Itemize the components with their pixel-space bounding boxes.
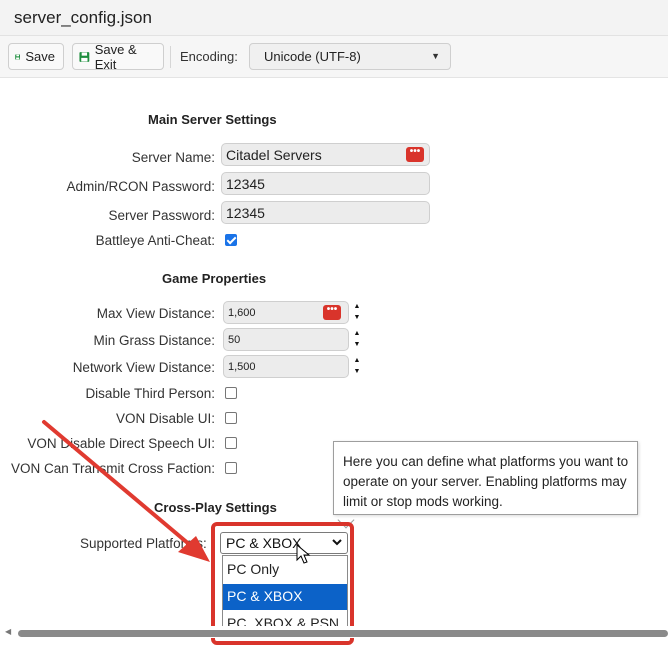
admin-password-input[interactable]: 12345 [221,172,430,195]
save-button[interactable]: Save [8,43,64,70]
platforms-tooltip: Here you can define what platforms you w… [333,441,638,515]
save-icon [79,51,90,62]
dots-icon[interactable]: ••• [406,147,424,162]
title-bar: server_config.json [0,0,668,36]
von-disable-speech-label: VON Disable Direct Speech UI: [27,436,215,451]
dots-icon[interactable]: ••• [323,305,341,320]
server-password-value: 12345 [226,205,265,221]
max-view-label: Max View Distance: [96,306,215,321]
tooltip-text: Here you can define what platforms you w… [343,454,629,509]
main-settings-heading: Main Server Settings [148,112,277,127]
encoding-select[interactable]: Unicode (UTF-8) ▼ [249,43,451,70]
save-exit-button-label: Save & Exit [94,41,137,72]
save-button-label: Save [25,49,55,64]
server-name-input[interactable]: Citadel Servers ••• [221,143,430,166]
scrollbar-thumb[interactable] [18,630,668,637]
min-grass-label: Min Grass Distance: [93,333,215,348]
game-properties-heading: Game Properties [162,271,267,286]
max-view-stepper[interactable]: ▲ ▼ [352,301,362,325]
save-exit-button[interactable]: Save & Exit [72,41,164,72]
battleye-checkbox[interactable] [225,234,237,246]
von-disable-ui-label: VON Disable UI: [115,411,215,426]
scroll-left-icon[interactable]: ◀ [5,627,11,636]
admin-password-value: 12345 [226,176,265,192]
toolbar-divider [170,46,171,68]
server-name-value: Citadel Servers [226,147,322,163]
von-disable-speech-checkbox[interactable] [225,437,237,449]
save-icon [15,54,21,59]
min-grass-value: 50 [228,334,241,346]
network-view-input[interactable]: 1,500 [223,355,349,378]
network-view-value: 1,500 [228,361,256,373]
chevron-down-icon: ▼ [431,51,440,61]
encoding-value: Unicode (UTF-8) [264,49,361,64]
von-cross-faction-label: VON Can Transmit Cross Faction: [10,461,215,476]
network-view-label: Network View Distance: [72,360,215,375]
max-view-input[interactable]: 1,600 ••• [223,301,349,324]
min-grass-input[interactable]: 50 [223,328,349,351]
encoding-label: Encoding: [180,49,238,64]
disable-third-person-label: Disable Third Person: [85,386,215,401]
disable-third-person-checkbox[interactable] [225,387,237,399]
platforms-label: Supported Platforms: [80,536,207,551]
toolbar: Save Save & Exit Encoding: Unicode (UTF-… [0,36,668,78]
network-view-stepper[interactable]: ▲ ▼ [352,355,362,379]
server-password-input[interactable]: 12345 [221,201,430,224]
battleye-label: Battleye Anti-Cheat: [95,233,215,248]
window-title: server_config.json [14,8,152,27]
server-password-label: Server Password: [108,208,215,223]
admin-password-label: Admin/RCON Password: [66,179,215,194]
min-grass-stepper[interactable]: ▲ ▼ [352,328,362,352]
von-disable-ui-checkbox[interactable] [225,412,237,424]
crossplay-heading: Cross-Play Settings [154,500,277,515]
server-name-label: Server Name: [131,150,215,165]
max-view-value: 1,600 [228,307,256,319]
von-cross-faction-checkbox[interactable] [225,462,237,474]
